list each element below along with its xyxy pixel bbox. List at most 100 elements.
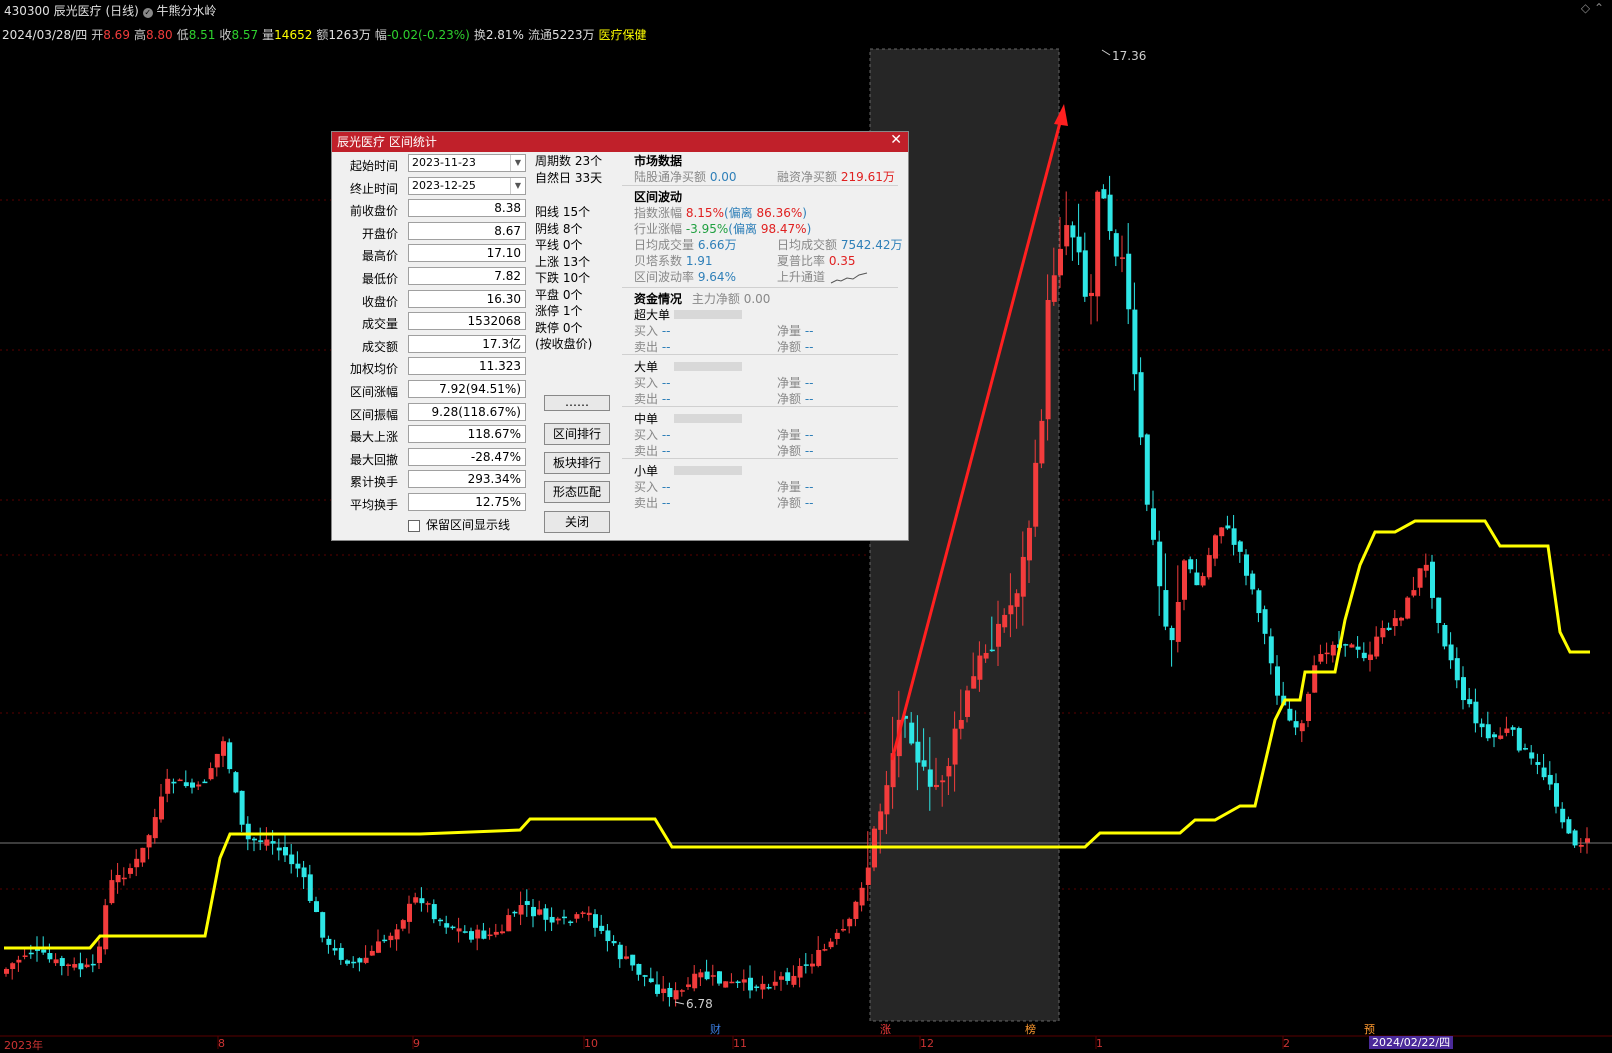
candle-down xyxy=(289,854,295,865)
range-rank-button[interactable]: 区间排行 xyxy=(544,423,610,445)
candle-down xyxy=(1225,525,1231,529)
candle-up xyxy=(22,955,28,957)
candle-up xyxy=(810,963,815,967)
sector-rank-button[interactable]: 板块排行 xyxy=(544,452,610,474)
candle-down xyxy=(1244,554,1249,576)
stat-item: 跌停 0个 xyxy=(535,321,583,335)
candle-down xyxy=(47,953,53,960)
field-value: 12.75% xyxy=(408,493,526,511)
event-mark[interactable]: 预 xyxy=(1361,1021,1378,1037)
candle-down xyxy=(1535,762,1541,765)
amount-value: 1263万 xyxy=(328,28,371,42)
field-value-text: 16.30 xyxy=(486,291,521,306)
field-value-text: -28.47% xyxy=(470,449,521,464)
candle-down xyxy=(41,949,47,953)
field-label: 开盘价 xyxy=(361,226,398,241)
fund-row-right: 净额 -- xyxy=(777,444,814,458)
candle-up xyxy=(103,905,109,950)
candle-up xyxy=(109,880,115,904)
candle-up xyxy=(84,964,90,968)
chevron-down-icon[interactable]: ▼ xyxy=(510,155,525,171)
candle-up xyxy=(1411,590,1417,596)
candle-down xyxy=(245,823,251,840)
date-select[interactable]: 2023-12-25 ▼ xyxy=(408,176,526,195)
field-value-text: 2023-12-25 xyxy=(412,178,476,192)
candle-up xyxy=(1213,535,1218,559)
candle-up xyxy=(196,784,202,787)
field-row: 开盘价 8.67 xyxy=(338,221,538,242)
keep-range-line-checkbox[interactable]: 保留区间显示线 xyxy=(408,516,510,533)
event-mark[interactable]: 涨 xyxy=(877,1021,894,1037)
high-value: 8.80 xyxy=(145,28,173,42)
candle-down xyxy=(648,978,654,983)
field-value-text: 17.3亿 xyxy=(482,336,521,351)
chevron-down-icon[interactable]: ▼ xyxy=(510,177,525,194)
field-value-text: 7.92(94.51%) xyxy=(439,382,521,396)
candle-down xyxy=(1430,561,1435,598)
pattern-match-button[interactable]: 形态匹配 xyxy=(544,481,610,503)
beta: 贝塔系数 1.91 xyxy=(634,254,713,268)
candle-up xyxy=(841,928,846,931)
candle-down xyxy=(766,987,772,989)
candle-up xyxy=(1368,654,1373,661)
more-button[interactable]: …… xyxy=(544,395,610,411)
candle-up xyxy=(264,839,270,846)
fund-row-right: 净额 -- xyxy=(777,496,814,510)
candle-down xyxy=(1070,225,1076,238)
settings-icon[interactable]: ✓ xyxy=(142,8,153,18)
candle-down xyxy=(320,912,326,938)
dialog-title-bar[interactable]: 辰光医疗 区间统计 xyxy=(332,132,908,152)
candle-down xyxy=(785,972,791,981)
candle-up xyxy=(518,905,524,915)
field-label: 成交量 xyxy=(361,317,398,332)
candle-up xyxy=(1392,618,1398,627)
candle-down xyxy=(252,838,257,841)
volume-label: 量 xyxy=(262,28,275,42)
candle-down xyxy=(562,916,567,919)
field-value: 7.82 xyxy=(408,267,526,285)
stat-item: 阳线 15个 xyxy=(535,205,591,219)
close-icon[interactable]: ✕ xyxy=(890,132,902,148)
candle-down xyxy=(1188,559,1194,570)
field-value-text: 7.82 xyxy=(494,269,521,283)
field-label: 起始时间 xyxy=(349,159,398,173)
field-label: 区间振幅 xyxy=(349,407,398,422)
candle-up xyxy=(97,946,102,964)
candle-up xyxy=(140,847,146,863)
field-value-text: 11.323 xyxy=(479,359,521,374)
field-value-text: 293.34% xyxy=(467,472,521,487)
close-button[interactable]: 关闭 xyxy=(544,511,610,533)
candle-up xyxy=(456,928,462,932)
candle-down xyxy=(667,988,673,998)
candle-down xyxy=(1126,253,1132,310)
field-row: 最高价 17.10 xyxy=(338,244,538,264)
candle-down xyxy=(326,938,332,945)
candle-up xyxy=(506,915,512,932)
quote-bar: 2024/03/28/四 开8.69 高8.80 低8.51 收8.57 量14652 额1… xyxy=(2,26,651,44)
candle-up xyxy=(859,887,865,906)
date-select[interactable]: 2023-11-23 ▼ xyxy=(408,154,526,172)
field-value-text: 1532068 xyxy=(467,314,521,329)
candle-down xyxy=(1547,774,1553,785)
checkbox-box[interactable] xyxy=(408,519,420,532)
diamond-icon[interactable]: ◇ xyxy=(1581,1,1590,15)
event-mark[interactable]: 榜 xyxy=(1022,1021,1039,1037)
event-mark[interactable]: 财 xyxy=(707,1021,724,1037)
sector-name[interactable]: 医疗保健 xyxy=(599,28,647,42)
candle-down xyxy=(1082,250,1088,297)
candle-down xyxy=(258,840,264,842)
candle-up xyxy=(115,874,121,883)
field-row: 起始时间 2023-11-23 ▼ xyxy=(338,154,538,174)
candle-up xyxy=(624,956,629,959)
candle-up xyxy=(940,780,946,783)
candle-up xyxy=(828,941,834,948)
candle-up xyxy=(400,920,406,929)
candle-up xyxy=(72,964,78,968)
candle-down xyxy=(1361,652,1367,659)
chevron-up-icon[interactable]: ⌃ xyxy=(1594,1,1604,15)
range-stats-dialog: 辰光医疗 区间统计 ✕ 起始时间 2023-11-23 ▼ 终止时间 2023-12-2… xyxy=(331,131,909,541)
divider xyxy=(622,458,898,459)
fund-row-right: 净量 -- xyxy=(777,480,814,494)
fund-group-label: 大单 xyxy=(634,360,659,374)
candle-up xyxy=(698,972,704,978)
